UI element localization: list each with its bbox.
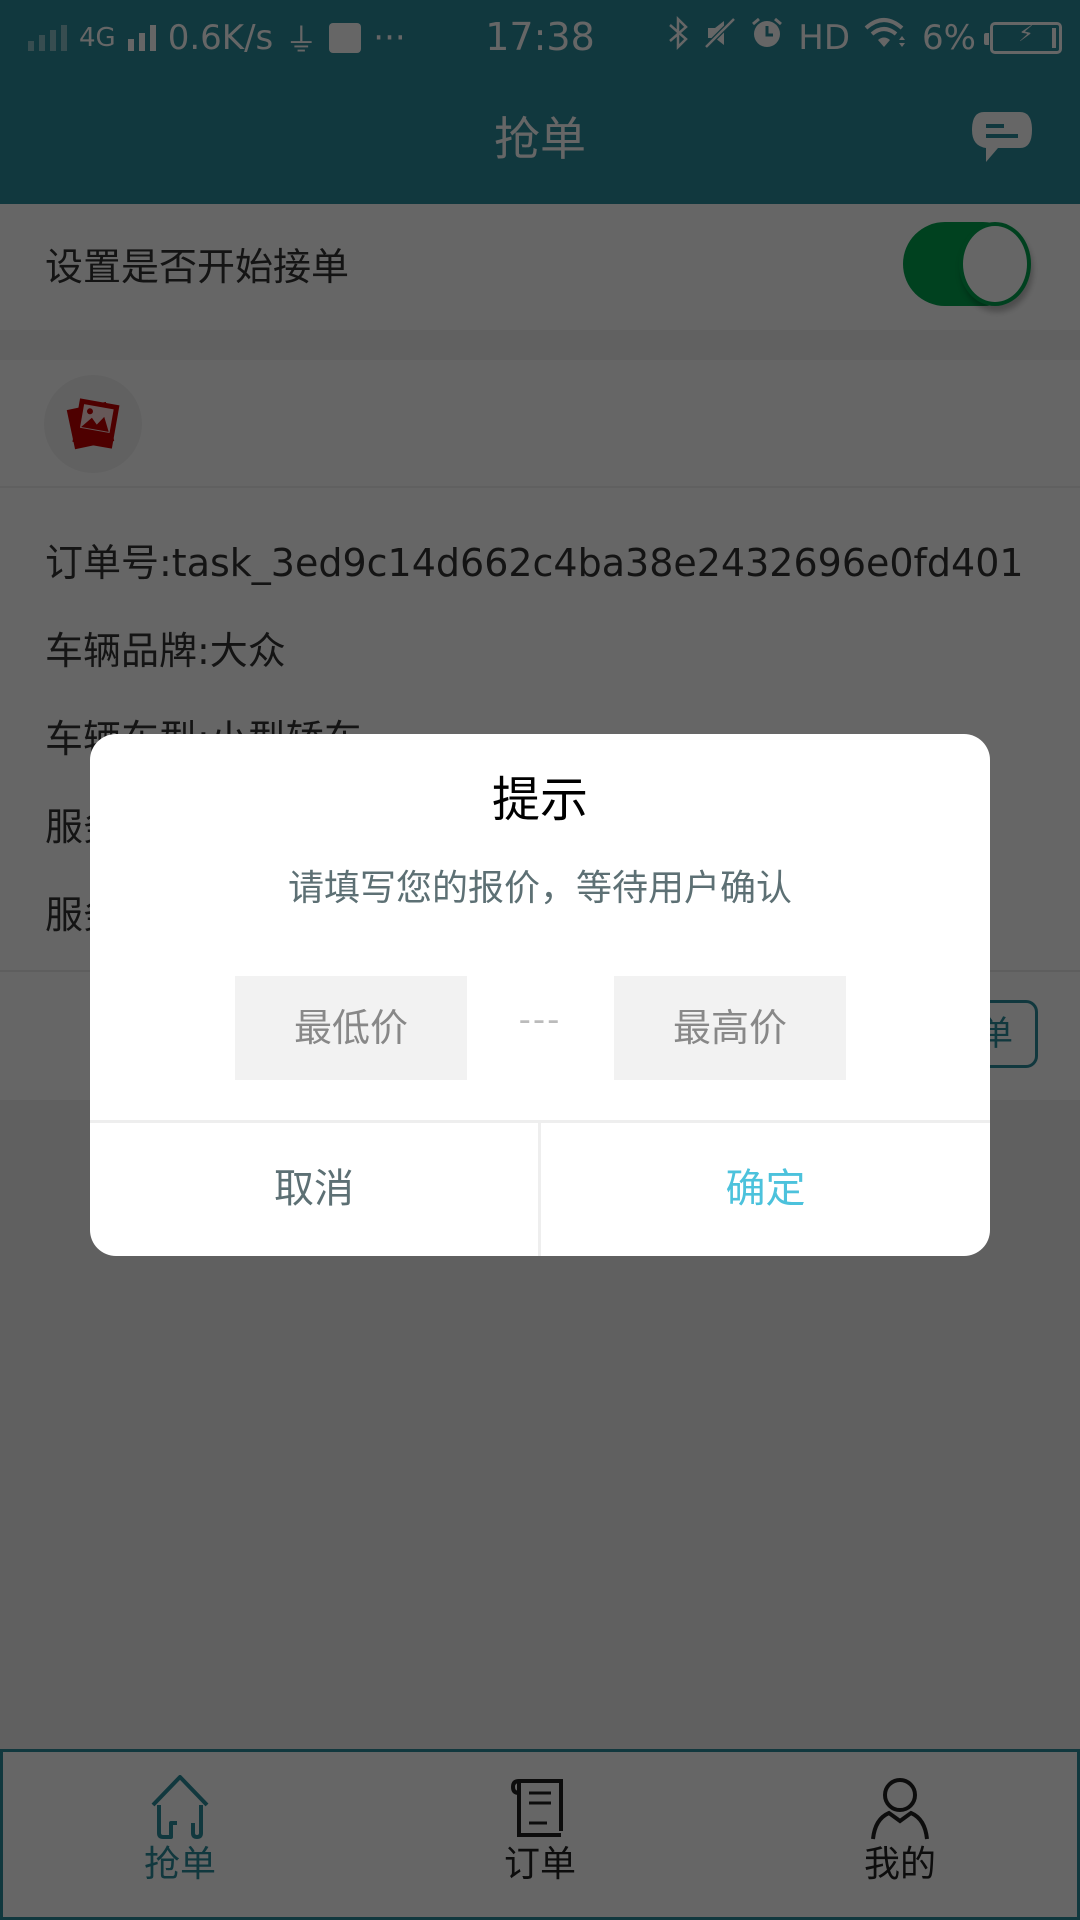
price-range-separator: ---	[518, 1000, 562, 1040]
confirm-button[interactable]: 确定	[541, 1123, 990, 1256]
quote-dialog: 提示 请填写您的报价，等待用户确认 --- 取消 确定	[90, 734, 990, 1256]
dialog-message: 请填写您的报价，等待用户确认	[287, 868, 792, 909]
max-price-input[interactable]	[614, 976, 846, 1080]
min-price-input[interactable]	[235, 976, 467, 1080]
dialog-title: 提示	[491, 772, 588, 828]
cancel-button[interactable]: 取消	[90, 1123, 538, 1256]
